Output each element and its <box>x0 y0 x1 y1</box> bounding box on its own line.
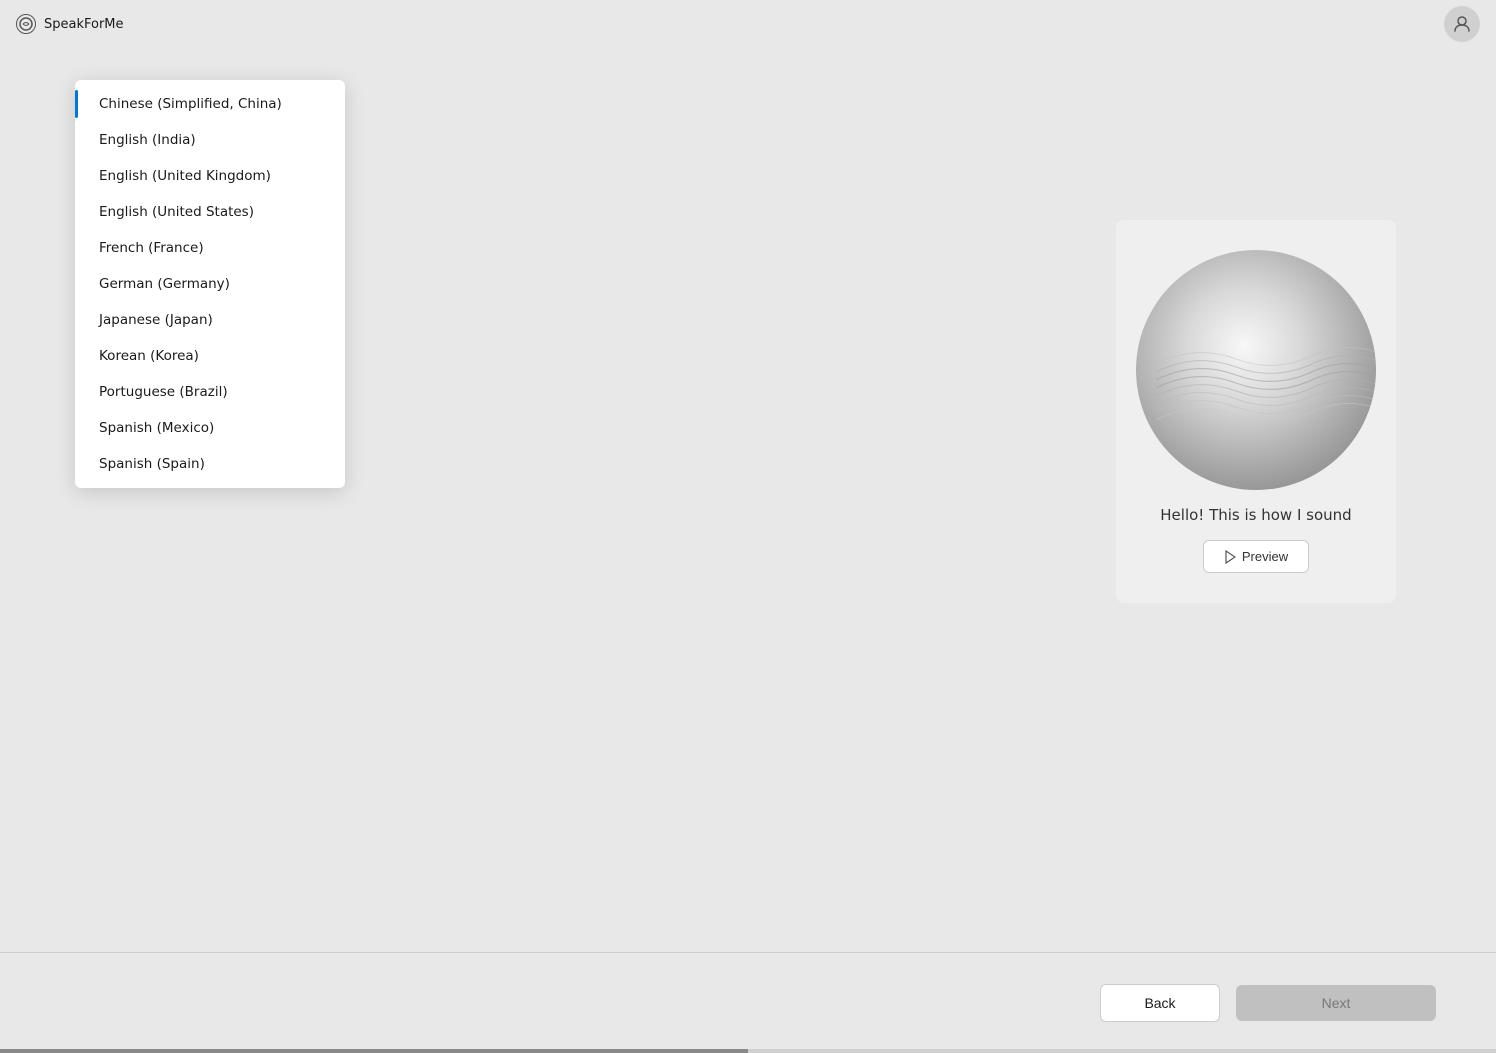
voice-preview-card: Hello! This is how I sound Preview <box>1116 220 1396 603</box>
voice-label: Hello! This is how I sound <box>1160 506 1351 524</box>
app-icon <box>16 14 36 34</box>
dropdown-item-japanese[interactable]: Japanese (Japan) <box>75 302 345 338</box>
dropdown-item-german[interactable]: German (Germany) <box>75 266 345 302</box>
dropdown-item-english-uk[interactable]: English (United Kingdom) <box>75 158 345 194</box>
dropdown-item-korean[interactable]: Korean (Korea) <box>75 338 345 374</box>
titlebar-right <box>1444 6 1480 42</box>
dropdown-item-chinese[interactable]: Chinese (Simplified, China) <box>75 86 345 122</box>
progress-fill <box>0 1049 748 1053</box>
voice-avatar <box>1136 250 1376 490</box>
dropdown-item-portuguese[interactable]: Portuguese (Brazil) <box>75 374 345 410</box>
progress-bar <box>0 1049 1496 1053</box>
dropdown-item-spanish-spain[interactable]: Spanish (Spain) <box>75 446 345 482</box>
titlebar-left: SpeakForMe <box>16 14 124 34</box>
titlebar: SpeakForMe <box>0 0 1496 48</box>
back-button[interactable]: Back <box>1100 984 1220 1022</box>
app-title: SpeakForMe <box>44 17 124 32</box>
next-button[interactable]: Next <box>1236 985 1436 1021</box>
preview-label: Preview <box>1242 549 1288 564</box>
bottom-bar: Back Next <box>0 953 1496 1053</box>
dropdown-item-french[interactable]: French (France) <box>75 230 345 266</box>
preview-button[interactable]: Preview <box>1203 540 1309 573</box>
dropdown-item-english-us[interactable]: English (United States) <box>75 194 345 230</box>
language-dropdown: Chinese (Simplified, China) English (Ind… <box>75 80 345 488</box>
dropdown-item-spanish-mexico[interactable]: Spanish (Mexico) <box>75 410 345 446</box>
play-icon <box>1224 550 1236 564</box>
user-button[interactable] <box>1444 6 1480 42</box>
dropdown-item-english-india[interactable]: English (India) <box>75 122 345 158</box>
